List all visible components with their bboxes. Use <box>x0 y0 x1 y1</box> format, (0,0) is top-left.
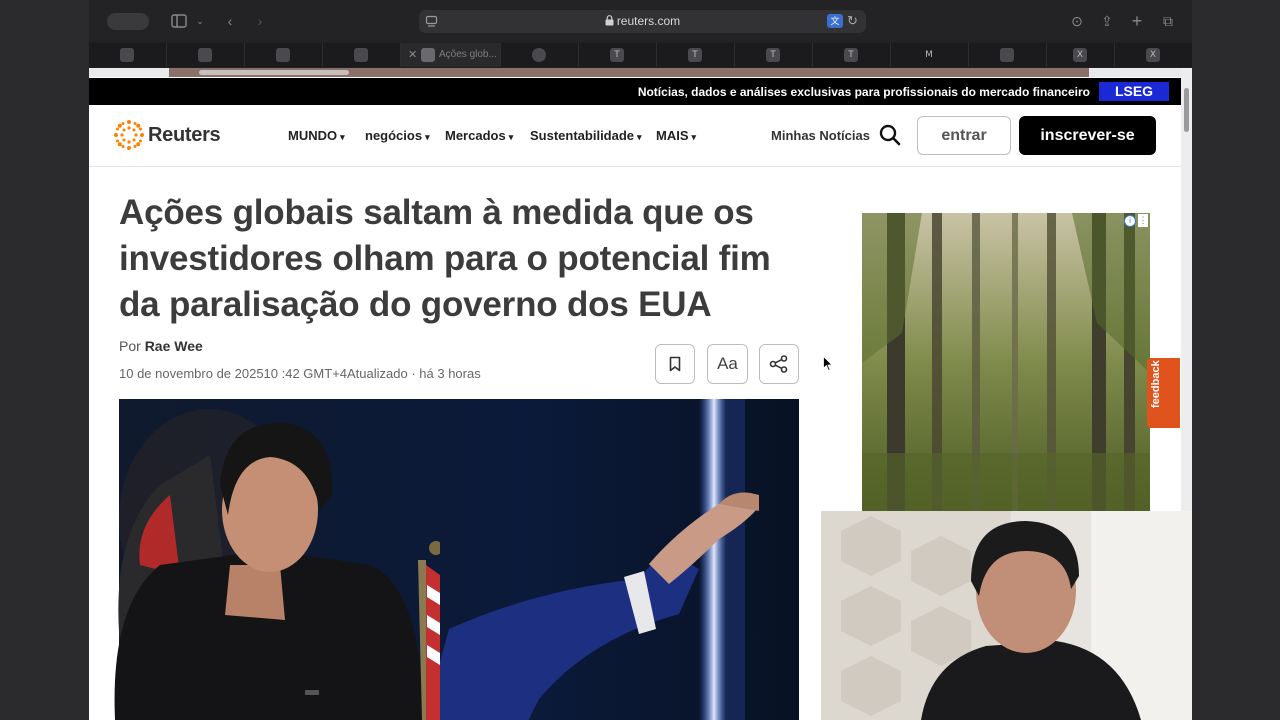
tab-8[interactable]: T <box>657 43 735 67</box>
chevron-down-icon: ▾ <box>340 132 345 142</box>
nav-item-negocios[interactable]: negócios ▾ <box>365 128 430 143</box>
guest-webcam-image <box>821 511 1192 720</box>
favicon-icon <box>1000 48 1014 62</box>
ad-forest-image <box>862 213 1150 513</box>
signup-button[interactable]: inscrever-se <box>1019 116 1156 155</box>
chevron-down-icon[interactable]: ⌄ <box>195 12 205 30</box>
tab-11[interactable]: M <box>891 43 969 67</box>
lseg-logo[interactable]: LSEG <box>1099 82 1169 101</box>
streamer-webcam-image <box>114 422 443 720</box>
favicon-icon <box>421 48 435 62</box>
search-icon[interactable] <box>879 124 901 146</box>
address-bar[interactable]: reuters.com 文 ↻ <box>419 10 866 33</box>
tab-14[interactable]: X <box>1115 43 1192 67</box>
share-icon <box>769 355 788 373</box>
reuters-logo-icon <box>114 120 144 150</box>
favicon-icon: T <box>844 48 858 62</box>
favicon-icon <box>532 48 546 62</box>
nav-label: MUNDO <box>288 128 338 143</box>
tab-7[interactable]: T <box>579 43 657 67</box>
feedback-tab[interactable]: feedback <box>1147 358 1180 428</box>
forward-icon[interactable]: › <box>253 12 267 30</box>
back-icon[interactable]: ‹ <box>223 12 237 30</box>
close-tab-icon[interactable]: ✕ <box>408 48 417 61</box>
author-link[interactable]: Rae Wee <box>145 338 203 354</box>
mouse-cursor-icon <box>823 356 833 372</box>
chevron-down-icon: ▾ <box>425 132 430 142</box>
banner-text: Notícias, dados e análises exclusivas pa… <box>637 85 1090 99</box>
favicon-icon: T <box>610 48 624 62</box>
tab-2[interactable] <box>167 43 245 67</box>
tab-overview-button[interactable] <box>107 13 149 30</box>
tab-4[interactable] <box>323 43 401 67</box>
download-icon[interactable]: ⊙ <box>1069 12 1085 30</box>
scrollbar-thumb[interactable] <box>1184 88 1189 132</box>
favicon-icon: T <box>766 48 780 62</box>
nav-label: Mercados <box>445 128 506 143</box>
nav-label: Sustentabilidade <box>530 128 635 143</box>
tab-10[interactable]: T <box>813 43 891 67</box>
webcam-overlay-left <box>100 415 443 720</box>
webcam-overlay-right <box>821 511 1192 720</box>
tabs-overview-icon[interactable]: ⧉ <box>1160 12 1176 30</box>
promo-banner[interactable]: Notícias, dados e análises exclusivas pa… <box>89 78 1181 105</box>
tab-6[interactable] <box>501 43 579 67</box>
tab-1[interactable] <box>89 43 167 67</box>
ad-info-icon[interactable]: i <box>1124 215 1136 227</box>
browser-chrome: ⌄ ‹ › reuters.com 文 ↻ ⊙ ⇪ + ⧉ ✕ Ações gl… <box>89 0 1192 68</box>
logo-wordmark: Reuters <box>148 124 221 146</box>
chevron-down-icon: ▾ <box>637 132 642 142</box>
nav-item-mais[interactable]: MAIS ▾ <box>656 128 696 143</box>
favicon-icon: T <box>688 48 702 62</box>
reuters-logo[interactable]: Reuters <box>113 119 233 151</box>
tab-12[interactable] <box>969 43 1047 67</box>
favicon-icon: X <box>1146 48 1160 62</box>
tab-title: Ações glob... <box>439 49 497 60</box>
translate-icon[interactable]: 文 <box>827 14 843 28</box>
reload-icon[interactable]: ↻ <box>847 13 858 29</box>
favicon-icon <box>198 48 212 62</box>
nav-label: negócios <box>365 128 423 143</box>
favicon-icon: M <box>925 50 933 60</box>
byline: Por Rae Wee <box>119 338 203 354</box>
tab-3[interactable] <box>245 43 323 67</box>
font-size-button[interactable]: Aa <box>707 344 748 384</box>
tab-9[interactable]: T <box>735 43 813 67</box>
feedback-label: feedback <box>1150 360 1162 408</box>
url-text: reuters.com <box>616 14 681 28</box>
favicon-icon: X <box>1073 48 1087 62</box>
new-tab-icon[interactable]: + <box>1129 12 1145 30</box>
bookmark-icon <box>669 356 681 372</box>
login-button[interactable]: entrar <box>917 116 1011 155</box>
nav-item-mercados[interactable]: Mercados ▾ <box>445 128 513 143</box>
share-icon[interactable]: ⇪ <box>1099 12 1115 30</box>
chevron-down-icon: ▾ <box>508 132 514 142</box>
sidebar-icon[interactable] <box>171 12 187 30</box>
tab-13[interactable]: X <box>1047 43 1115 67</box>
font-size-label: Aa <box>717 354 738 373</box>
advertisement[interactable]: i ⋮ <box>862 213 1150 513</box>
top-ad-strip <box>89 68 1181 77</box>
my-news-link[interactable]: Minhas Notícias <box>771 128 870 143</box>
tab-active[interactable]: ✕ Ações glob... <box>401 43 501 67</box>
screen: { "browser": { "url": "reuters.com", "ac… <box>0 0 1280 720</box>
byline-prefix: Por <box>119 338 141 354</box>
nav-item-sustentabilidade[interactable]: Sustentabilidade ▾ <box>530 128 642 143</box>
bookmark-button[interactable] <box>655 344 695 384</box>
nav-item-mundo[interactable]: MUNDO ▾ <box>288 128 345 143</box>
favicon-icon <box>354 48 368 62</box>
share-button[interactable] <box>759 344 799 384</box>
nav-label: MAIS <box>656 128 689 143</box>
tab-bar: ✕ Ações glob... T T T T M X X <box>89 43 1192 67</box>
browser-toolbar: ⌄ ‹ › reuters.com 文 ↻ ⊙ ⇪ + ⧉ <box>89 0 1192 42</box>
site-header: Reuters MUNDO ▾ negócios ▾ Mercados ▾ Suste… <box>89 105 1181 167</box>
favicon-icon <box>276 48 290 62</box>
chevron-down-icon: ▾ <box>691 132 697 142</box>
article-headline: Ações globais saltam à medida que os inv… <box>119 193 771 324</box>
favicon-icon <box>120 48 134 62</box>
ad-menu-icon[interactable]: ⋮ <box>1138 214 1148 227</box>
article-date: 10 de novembro de 202510 :42 GMT+4Atuali… <box>119 366 481 381</box>
